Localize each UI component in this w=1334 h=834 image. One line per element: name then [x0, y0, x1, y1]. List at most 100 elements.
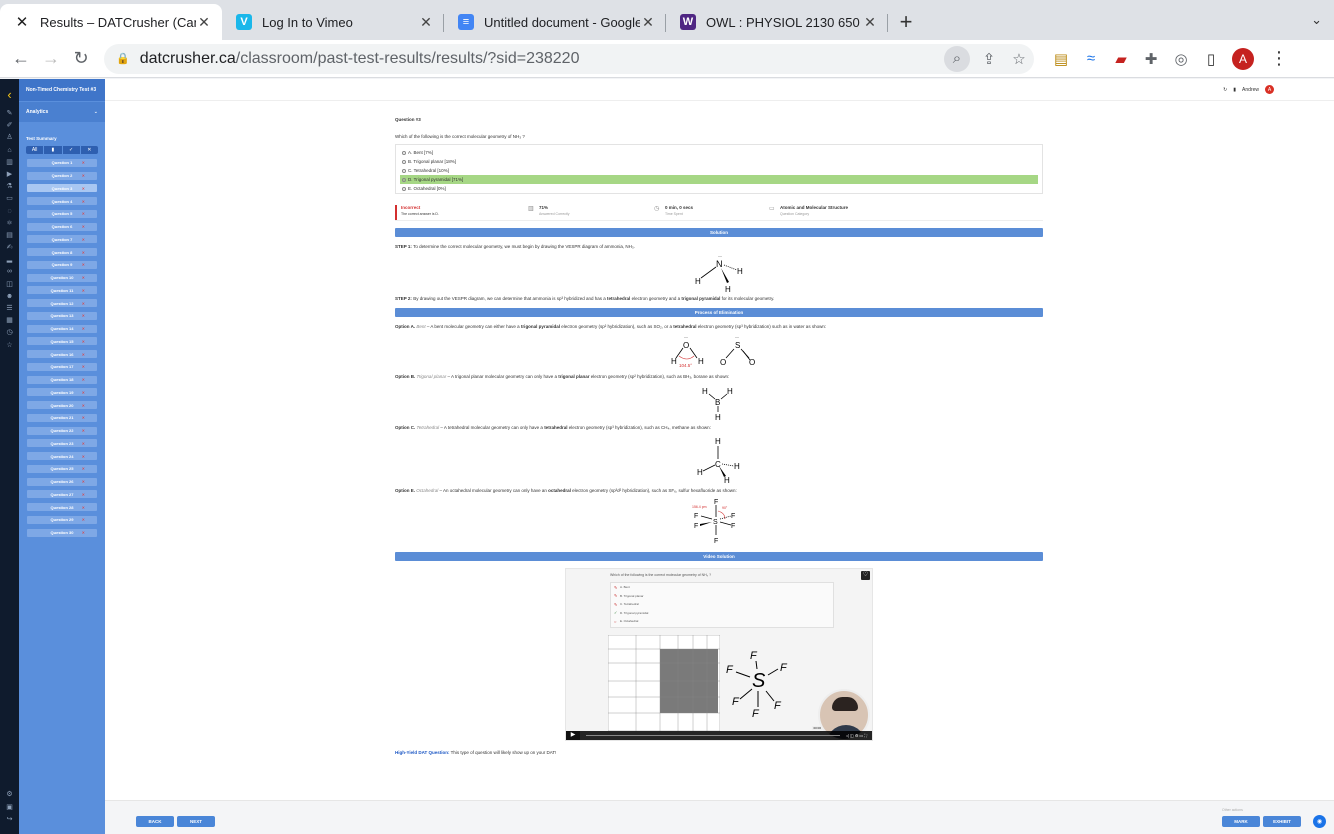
- sidebar-question-24[interactable]: Question 24 ✕: [27, 452, 97, 460]
- back-button[interactable]: BACK: [136, 816, 174, 827]
- rail-pencil-icon[interactable]: ✐: [0, 120, 19, 132]
- tab-datcrusher[interactable]: ✕ Results – DATCrusher (Canadia ✕: [0, 4, 222, 40]
- star-icon[interactable]: ☆: [1004, 50, 1034, 68]
- rail-tools-icon[interactable]: ✎: [0, 108, 19, 120]
- user-name[interactable]: Andrew: [1242, 87, 1259, 93]
- filter-incorrect[interactable]: ✕: [81, 146, 98, 154]
- rail-people-icon[interactable]: ☻: [0, 291, 19, 303]
- tab-google-docs[interactable]: ≡ Untitled document - Google Do ✕: [444, 4, 666, 40]
- reload-icon[interactable]: ↻: [66, 48, 96, 69]
- video-control-icons[interactable]: ◁◫⚙▭⛶: [846, 733, 872, 738]
- answer-choice[interactable]: D. Trigonal pyramidal [71%]: [400, 175, 1038, 184]
- sidebar-question-11[interactable]: Question 11 ✕: [27, 286, 97, 295]
- sidebar-question-14[interactable]: Question 14 ✕: [27, 324, 97, 333]
- sidebar-question-22[interactable]: Question 22 ✕: [27, 426, 97, 435]
- back-arrow-icon[interactable]: ←: [6, 48, 36, 69]
- puzzle-icon[interactable]: ✚: [1136, 50, 1166, 68]
- sidebar-question-28[interactable]: Question 28 ✕: [27, 503, 97, 511]
- sidebar-question-26[interactable]: Question 26 ✕: [27, 477, 97, 486]
- rail-printer-icon[interactable]: ▣: [0, 802, 19, 814]
- bookmark-icon[interactable]: ▮: [1233, 87, 1236, 93]
- more-menu-icon[interactable]: ⋮: [1264, 48, 1294, 69]
- rail-building-icon[interactable]: ▦: [0, 315, 19, 327]
- filter-all[interactable]: All: [26, 146, 45, 154]
- sidebar-question-7[interactable]: Question 7 ✕: [27, 235, 97, 244]
- sidebar-question-21[interactable]: Question 21 ✕: [27, 413, 97, 422]
- extension-notes-icon[interactable]: ▤: [1046, 50, 1076, 68]
- sidebar-question-13[interactable]: Question 13 ✕: [27, 311, 97, 320]
- rail-user-icon[interactable]: ♙: [0, 132, 19, 144]
- sidebar-question-17[interactable]: Question 17 ✕: [27, 362, 97, 371]
- sidebar-question-16[interactable]: Question 16 ✕: [27, 350, 97, 358]
- sidebar-question-27[interactable]: Question 27 ✕: [27, 490, 97, 499]
- chevron-down-icon[interactable]: ⌄: [1311, 12, 1322, 28]
- sidebar-question-3[interactable]: Question 3 ✕: [27, 184, 97, 193]
- answer-choice[interactable]: A. Bent [7%]: [400, 148, 1038, 157]
- rail-monitor-icon[interactable]: ▭: [0, 193, 19, 205]
- rail-doc-icon[interactable]: ▤: [0, 230, 19, 242]
- collapse-chevron-icon[interactable]: ‹: [0, 87, 19, 102]
- sidebar-question-2[interactable]: Question 2 ✕: [27, 171, 97, 180]
- sidebar-question-18[interactable]: Question 18 ✕: [27, 375, 97, 384]
- rail-atom-icon[interactable]: ⚛: [0, 218, 19, 230]
- rail-book-icon[interactable]: ▥: [0, 157, 19, 169]
- profile-avatar[interactable]: A: [1232, 47, 1254, 70]
- sidepanel-icon[interactable]: ▯: [1196, 50, 1226, 68]
- sidebar-question-12[interactable]: Question 12 ✕: [27, 299, 97, 307]
- user-avatar[interactable]: A: [1265, 85, 1274, 94]
- close-icon[interactable]: ✕: [862, 14, 878, 31]
- sidebar-question-9[interactable]: Question 9 ✕: [27, 260, 97, 269]
- zoom-icon[interactable]: ⌕: [944, 45, 970, 72]
- rail-list-icon[interactable]: ☰: [0, 303, 19, 315]
- analytics-toggle[interactable]: Analytics ⌄: [19, 102, 105, 122]
- rail-message-icon[interactable]: ◫: [0, 279, 19, 291]
- sidebar-question-10[interactable]: Question 10 ✕: [27, 273, 97, 282]
- sidebar-question-4[interactable]: Question 4 ✕: [27, 197, 97, 205]
- rail-chart-icon[interactable]: ▂: [0, 254, 19, 266]
- tab-owl[interactable]: W OWL : PHYSIOL 2130 650 SU2 ✕: [666, 4, 888, 40]
- filter-marked[interactable]: ▮: [44, 146, 63, 154]
- close-icon[interactable]: ✕: [418, 14, 434, 31]
- sidebar-question-8[interactable]: Question 8 ✕: [27, 248, 97, 256]
- sidebar-question-29[interactable]: Question 29 ✕: [27, 515, 97, 524]
- next-button[interactable]: NEXT: [177, 816, 215, 827]
- rail-edit-icon[interactable]: ✍: [0, 242, 19, 254]
- share-icon[interactable]: ⇪: [974, 50, 1004, 68]
- rail-star-icon[interactable]: ☆: [0, 340, 19, 352]
- address-bar[interactable]: 🔒 datcrusher.ca /classroom/past-test-res…: [104, 43, 1034, 74]
- play-icon[interactable]: ▶: [566, 731, 580, 740]
- rail-bank-icon[interactable]: ⌂: [0, 145, 19, 157]
- close-icon[interactable]: ✕: [196, 14, 212, 31]
- video-progress-track[interactable]: [586, 735, 840, 736]
- answer-choice[interactable]: B. Trigonal planar [18%]: [400, 157, 1038, 166]
- tab-vimeo[interactable]: V Log In to Vimeo ✕: [222, 4, 444, 40]
- chat-bubble-icon[interactable]: ◉: [1313, 815, 1326, 828]
- sidebar-question-19[interactable]: Question 19 ✕: [27, 388, 97, 397]
- video-player[interactable]: Which of the following is the correct mo…: [565, 568, 873, 741]
- sidebar-question-15[interactable]: Question 15 ✕: [27, 337, 97, 346]
- sidebar-question-30[interactable]: Question 30 ✕: [27, 528, 97, 537]
- rail-clock-icon[interactable]: ◷: [0, 327, 19, 339]
- extension-wave-icon[interactable]: ≈: [1076, 50, 1106, 67]
- rail-logout-icon[interactable]: ↪: [0, 814, 19, 826]
- heart-icon[interactable]: ♡: [861, 571, 870, 580]
- filter-correct[interactable]: ✓: [63, 146, 81, 154]
- extension-pdf-icon[interactable]: ▰: [1106, 50, 1136, 68]
- sidebar-question-1[interactable]: Question 1 ✕: [27, 158, 97, 167]
- mark-button[interactable]: MARK: [1222, 816, 1260, 827]
- new-tab-button[interactable]: +: [888, 4, 924, 40]
- answer-choice[interactable]: E. Octahedral [0%]: [400, 184, 1038, 193]
- answer-choice[interactable]: C. Tetrahedral [10%]: [400, 166, 1038, 175]
- forward-arrow-icon[interactable]: →: [36, 48, 66, 69]
- extension-sync-icon[interactable]: ◎: [1166, 50, 1196, 68]
- sidebar-question-6[interactable]: Question 6 ✕: [27, 222, 97, 231]
- sidebar-question-23[interactable]: Question 23 ✕: [27, 439, 97, 448]
- rail-link-icon[interactable]: ∞: [0, 266, 19, 278]
- rail-flask-icon[interactable]: ⚗: [0, 181, 19, 193]
- rail-settings-icon[interactable]: ⚙: [0, 789, 19, 801]
- exhibit-button[interactable]: EXHIBIT: [1263, 816, 1301, 827]
- refresh-icon[interactable]: ↻: [1223, 87, 1227, 93]
- sidebar-question-25[interactable]: Question 25 ✕: [27, 464, 97, 473]
- sidebar-question-20[interactable]: Question 20 ✕: [27, 401, 97, 409]
- sidebar-question-5[interactable]: Question 5 ✕: [27, 209, 97, 218]
